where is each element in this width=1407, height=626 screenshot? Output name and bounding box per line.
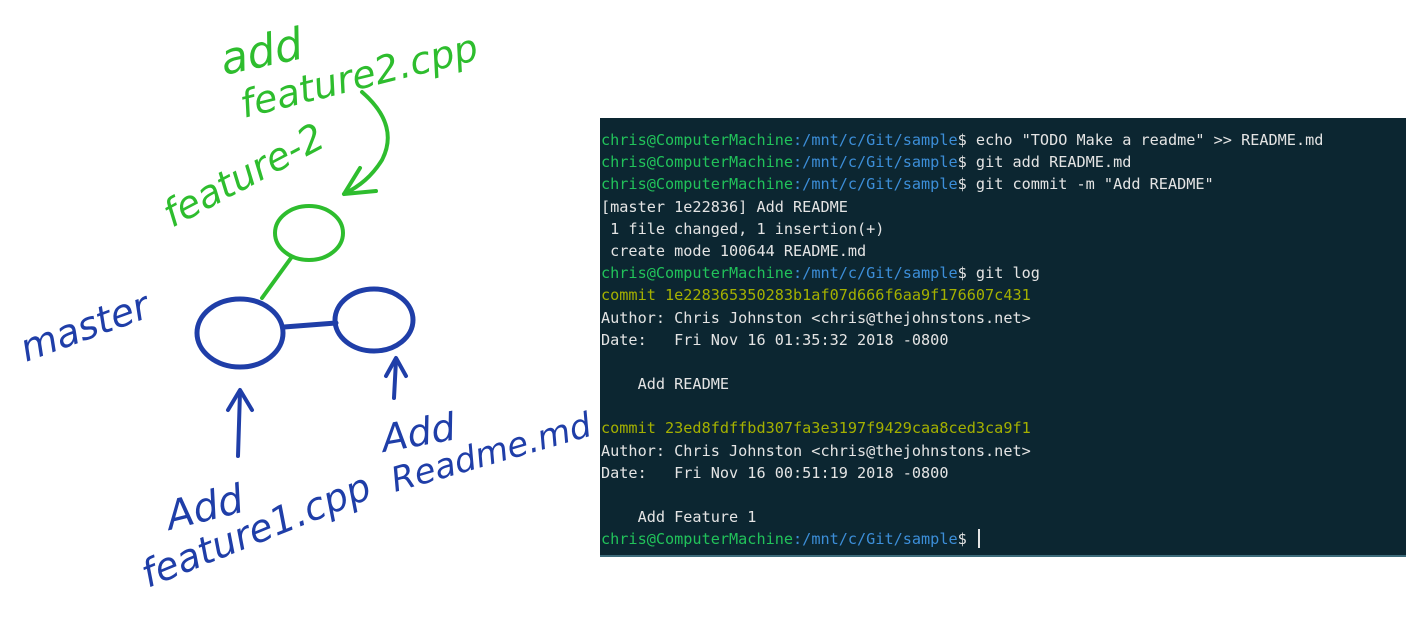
prompt-line: chris@ComputerMachine:/mnt/c/Git/sample$… — [601, 129, 1406, 151]
prompt-line: chris@ComputerMachine:/mnt/c/Git/sample$ — [601, 528, 1406, 550]
prompt-symbol: $ — [957, 264, 976, 283]
feature-2-arrow — [342, 90, 390, 196]
commit-hash-text: commit 1e228365350283b1af07d666f6aa9f176… — [601, 286, 1031, 305]
prompt-line: chris@ComputerMachine:/mnt/c/Git/sample$… — [601, 173, 1406, 195]
prompt-symbol: $ — [957, 131, 976, 149]
prompt-user: chris@ComputerMachine — [601, 175, 794, 194]
output-text: 1 file changed, 1 insertion(+) — [601, 219, 885, 238]
output-text: Add README — [601, 375, 730, 394]
master-branch-line — [281, 320, 339, 330]
prompt-user: chris@ComputerMachine — [601, 153, 794, 172]
output-text: create mode 100644 README.md — [601, 241, 867, 260]
prompt-user: chris@ComputerMachine — [601, 530, 794, 549]
output-text: Add Feature 1 — [601, 508, 757, 527]
output-text: Author: Chris Johnston <chris@thejohnsto… — [601, 308, 1031, 327]
hand-drawn-diagram: add feature2.cpp feature-2 master Add fe… — [14, 18, 595, 596]
output-line: 1 file changed, 1 insertion(+) — [601, 218, 1406, 240]
prompt-user: chris@ComputerMachine — [601, 264, 794, 283]
output-line: [master 1e22836] Add README — [601, 196, 1406, 218]
commit-hash-text: commit 23ed8fdffbd307fa3e3197f9429caa8ce… — [601, 419, 1031, 438]
output-line: create mode 100644 README.md — [601, 240, 1406, 262]
output-line: Add README — [601, 373, 1406, 395]
terminal-output: chris@ComputerMachine:/mnt/c/Git/sample$… — [601, 129, 1406, 551]
text-cursor — [977, 529, 980, 549]
output-line: Date: Fri Nov 16 01:35:32 2018 -0800 — [601, 329, 1406, 351]
prompt-path: :/mnt/c/Git/sample — [793, 264, 958, 283]
prompt-line: chris@ComputerMachine:/mnt/c/Git/sample$… — [601, 262, 1406, 284]
commit-hash-line: commit 23ed8fdffbd307fa3e3197f9429caa8ce… — [601, 417, 1406, 439]
master-commit-node-1 — [194, 296, 286, 370]
prompt-path: :/mnt/c/Git/sample — [793, 530, 958, 549]
readme-arrow — [392, 358, 398, 400]
command-text: git commit -m "Add README" — [975, 175, 1214, 194]
feature-1-arrow — [236, 390, 242, 458]
command-text: git add README.md — [975, 153, 1132, 172]
prompt-symbol: $ — [957, 530, 976, 549]
label-master: master — [14, 282, 157, 370]
output-line: Date: Fri Nov 16 00:51:19 2018 -0800 — [601, 462, 1406, 484]
output-text: Date: Fri Nov 16 01:35:32 2018 -0800 — [601, 330, 949, 349]
feature-2-commit-node — [273, 204, 345, 262]
prompt-path: :/mnt/c/Git/sample — [793, 131, 958, 149]
feature-2-branch-line — [260, 256, 293, 300]
terminal-window[interactable]: chris@ComputerMachine:/mnt/c/Git/sample$… — [600, 118, 1406, 557]
output-line: Author: Chris Johnston <chris@thejohnsto… — [601, 440, 1406, 462]
master-commit-node-2 — [332, 286, 416, 354]
prompt-symbol: $ — [957, 153, 976, 172]
commit-hash-line: commit 1e228365350283b1af07d666f6aa9f176… — [601, 284, 1406, 306]
prompt-symbol: $ — [957, 175, 976, 194]
command-text: git log — [975, 264, 1040, 283]
prompt-path: :/mnt/c/Git/sample — [793, 175, 958, 194]
output-line: Author: Chris Johnston <chris@thejohnsto… — [601, 307, 1406, 329]
output-text: [master 1e22836] Add README — [601, 197, 848, 216]
command-text: echo "TODO Make a readme" >> README.md — [975, 131, 1324, 149]
prompt-line: chris@ComputerMachine:/mnt/c/Git/sample$… — [601, 151, 1406, 173]
label-feature-2: feature-2 — [156, 115, 332, 236]
prompt-path: :/mnt/c/Git/sample — [793, 153, 958, 172]
output-line: Add Feature 1 — [601, 506, 1406, 528]
output-text: Date: Fri Nov 16 00:51:19 2018 -0800 — [601, 463, 949, 482]
output-text: Author: Chris Johnston <chris@thejohnsto… — [601, 441, 1031, 460]
prompt-user: chris@ComputerMachine — [601, 131, 794, 149]
